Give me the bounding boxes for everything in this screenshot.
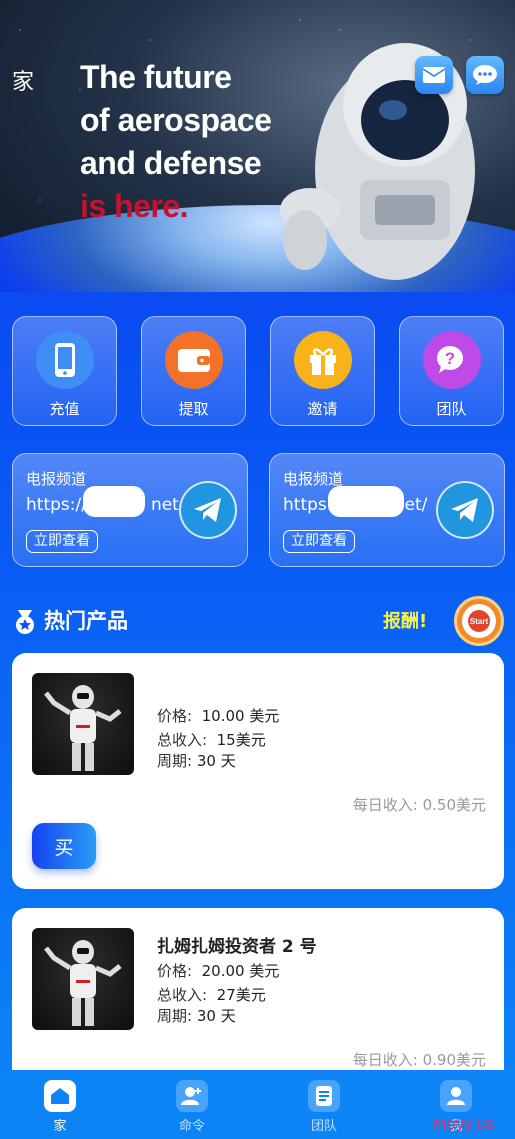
- document-icon: [308, 1080, 340, 1112]
- medal-icon: [16, 610, 34, 634]
- price-label: 价格:: [157, 962, 193, 980]
- period-value: 30 天: [196, 1007, 236, 1025]
- daily-income: 每日收入: 0.50美元: [352, 796, 486, 814]
- add-user-icon: [176, 1080, 208, 1112]
- mail-icon: [422, 67, 446, 83]
- income-row: 总收入: 15美元: [157, 729, 266, 750]
- section-title: 热门产品: [44, 609, 128, 633]
- headline-line: and defense: [80, 145, 262, 181]
- channel-title: 电报频道: [283, 470, 344, 488]
- nav-team[interactable]: 团队: [274, 1080, 374, 1134]
- period-label: 周期:: [157, 752, 193, 770]
- chat-button[interactable]: [466, 56, 504, 94]
- price-value: 10.00 美元: [201, 707, 280, 725]
- channel-title: 电报频道: [26, 470, 87, 488]
- income-value: 27美元: [216, 986, 266, 1004]
- nav-label: 家: [53, 1119, 67, 1134]
- product-card: 价格: 10.00 美元 总收入: 15美元 周期: 30 天 每日收入: 0.…: [12, 653, 504, 889]
- robot-image: [32, 673, 134, 775]
- telegram-icon[interactable]: [179, 481, 237, 539]
- income-value: 15美元: [216, 731, 266, 749]
- user-icon: [440, 1080, 472, 1112]
- price-row: 价格: 10.00 美元: [157, 705, 279, 726]
- reward-link[interactable]: 报酬!: [383, 607, 427, 633]
- home-title: 家: [12, 70, 35, 95]
- price-row: 价格: 20.00 美元: [157, 960, 279, 981]
- hero-banner: 家 The future of aerospace and defense is…: [0, 0, 515, 292]
- phone-icon: [35, 331, 94, 389]
- period-row: 周期: 30 天: [157, 1005, 236, 1026]
- period-value: 30 天: [196, 752, 236, 770]
- chat-icon: [473, 65, 497, 85]
- help-chat-icon: ?: [422, 331, 481, 389]
- team-button[interactable]: ? 团队: [399, 316, 504, 426]
- channel-url-suffix: et/: [404, 495, 428, 515]
- income-row: 总收入: 27美元: [157, 984, 266, 1005]
- price-value: 20.00 美元: [201, 962, 280, 980]
- redaction-mask: [83, 486, 145, 517]
- telegram-channel-card[interactable]: 电报频道 https://net/ 立即查看: [12, 453, 248, 567]
- badge-text: Start: [470, 617, 489, 626]
- wallet-icon: [164, 331, 223, 389]
- mail-button[interactable]: [415, 56, 453, 94]
- redaction-mask: [328, 486, 404, 517]
- invite-button[interactable]: 邀请: [270, 316, 375, 426]
- channel-url-prefix: https:: [283, 495, 333, 515]
- team-label: 团队: [436, 400, 467, 418]
- recharge-button[interactable]: 充值: [12, 316, 117, 426]
- watermark: moyy.us: [432, 1114, 495, 1133]
- svg-text:?: ?: [444, 349, 454, 368]
- headline-line-red: is here.: [80, 188, 189, 224]
- nav-home[interactable]: 家: [10, 1080, 110, 1134]
- buy-button[interactable]: 买: [32, 823, 96, 869]
- income-label: 总收入:: [157, 731, 208, 749]
- product-name: 扎姆扎姆投资者 2 号: [157, 937, 317, 957]
- astronaut-illustration: [280, 43, 475, 280]
- income-label: 总收入:: [157, 986, 208, 1004]
- price-label: 价格:: [157, 707, 193, 725]
- start-button[interactable]: Start: [454, 596, 504, 646]
- view-now-button[interactable]: 立即查看: [26, 530, 98, 553]
- period-label: 周期:: [157, 1007, 193, 1025]
- nav-label: 团队: [310, 1119, 337, 1134]
- recharge-label: 充值: [49, 400, 80, 418]
- view-now-button[interactable]: 立即查看: [283, 530, 355, 553]
- home-icon: [44, 1080, 76, 1112]
- headline-line: of aerospace: [80, 102, 272, 138]
- robot-image: [32, 928, 134, 1030]
- nav-orders[interactable]: 命令: [142, 1080, 242, 1134]
- gift-icon: [293, 331, 352, 389]
- daily-income: 每日收入: 0.90美元: [352, 1051, 486, 1069]
- banner-headline: The future of aerospace and defense is h…: [80, 56, 272, 228]
- withdraw-button[interactable]: 提取: [141, 316, 246, 426]
- withdraw-label: 提取: [178, 400, 209, 418]
- nav-label: 命令: [178, 1119, 205, 1134]
- telegram-channel-card[interactable]: 电报频道 https: et/ 立即查看: [269, 453, 505, 567]
- invite-label: 邀请: [307, 400, 338, 418]
- telegram-icon[interactable]: [436, 481, 494, 539]
- headline-line: The future: [80, 59, 232, 95]
- period-row: 周期: 30 天: [157, 750, 236, 771]
- channel-url-prefix: https://: [26, 495, 87, 515]
- lifebuoy-icon: Start: [462, 604, 496, 638]
